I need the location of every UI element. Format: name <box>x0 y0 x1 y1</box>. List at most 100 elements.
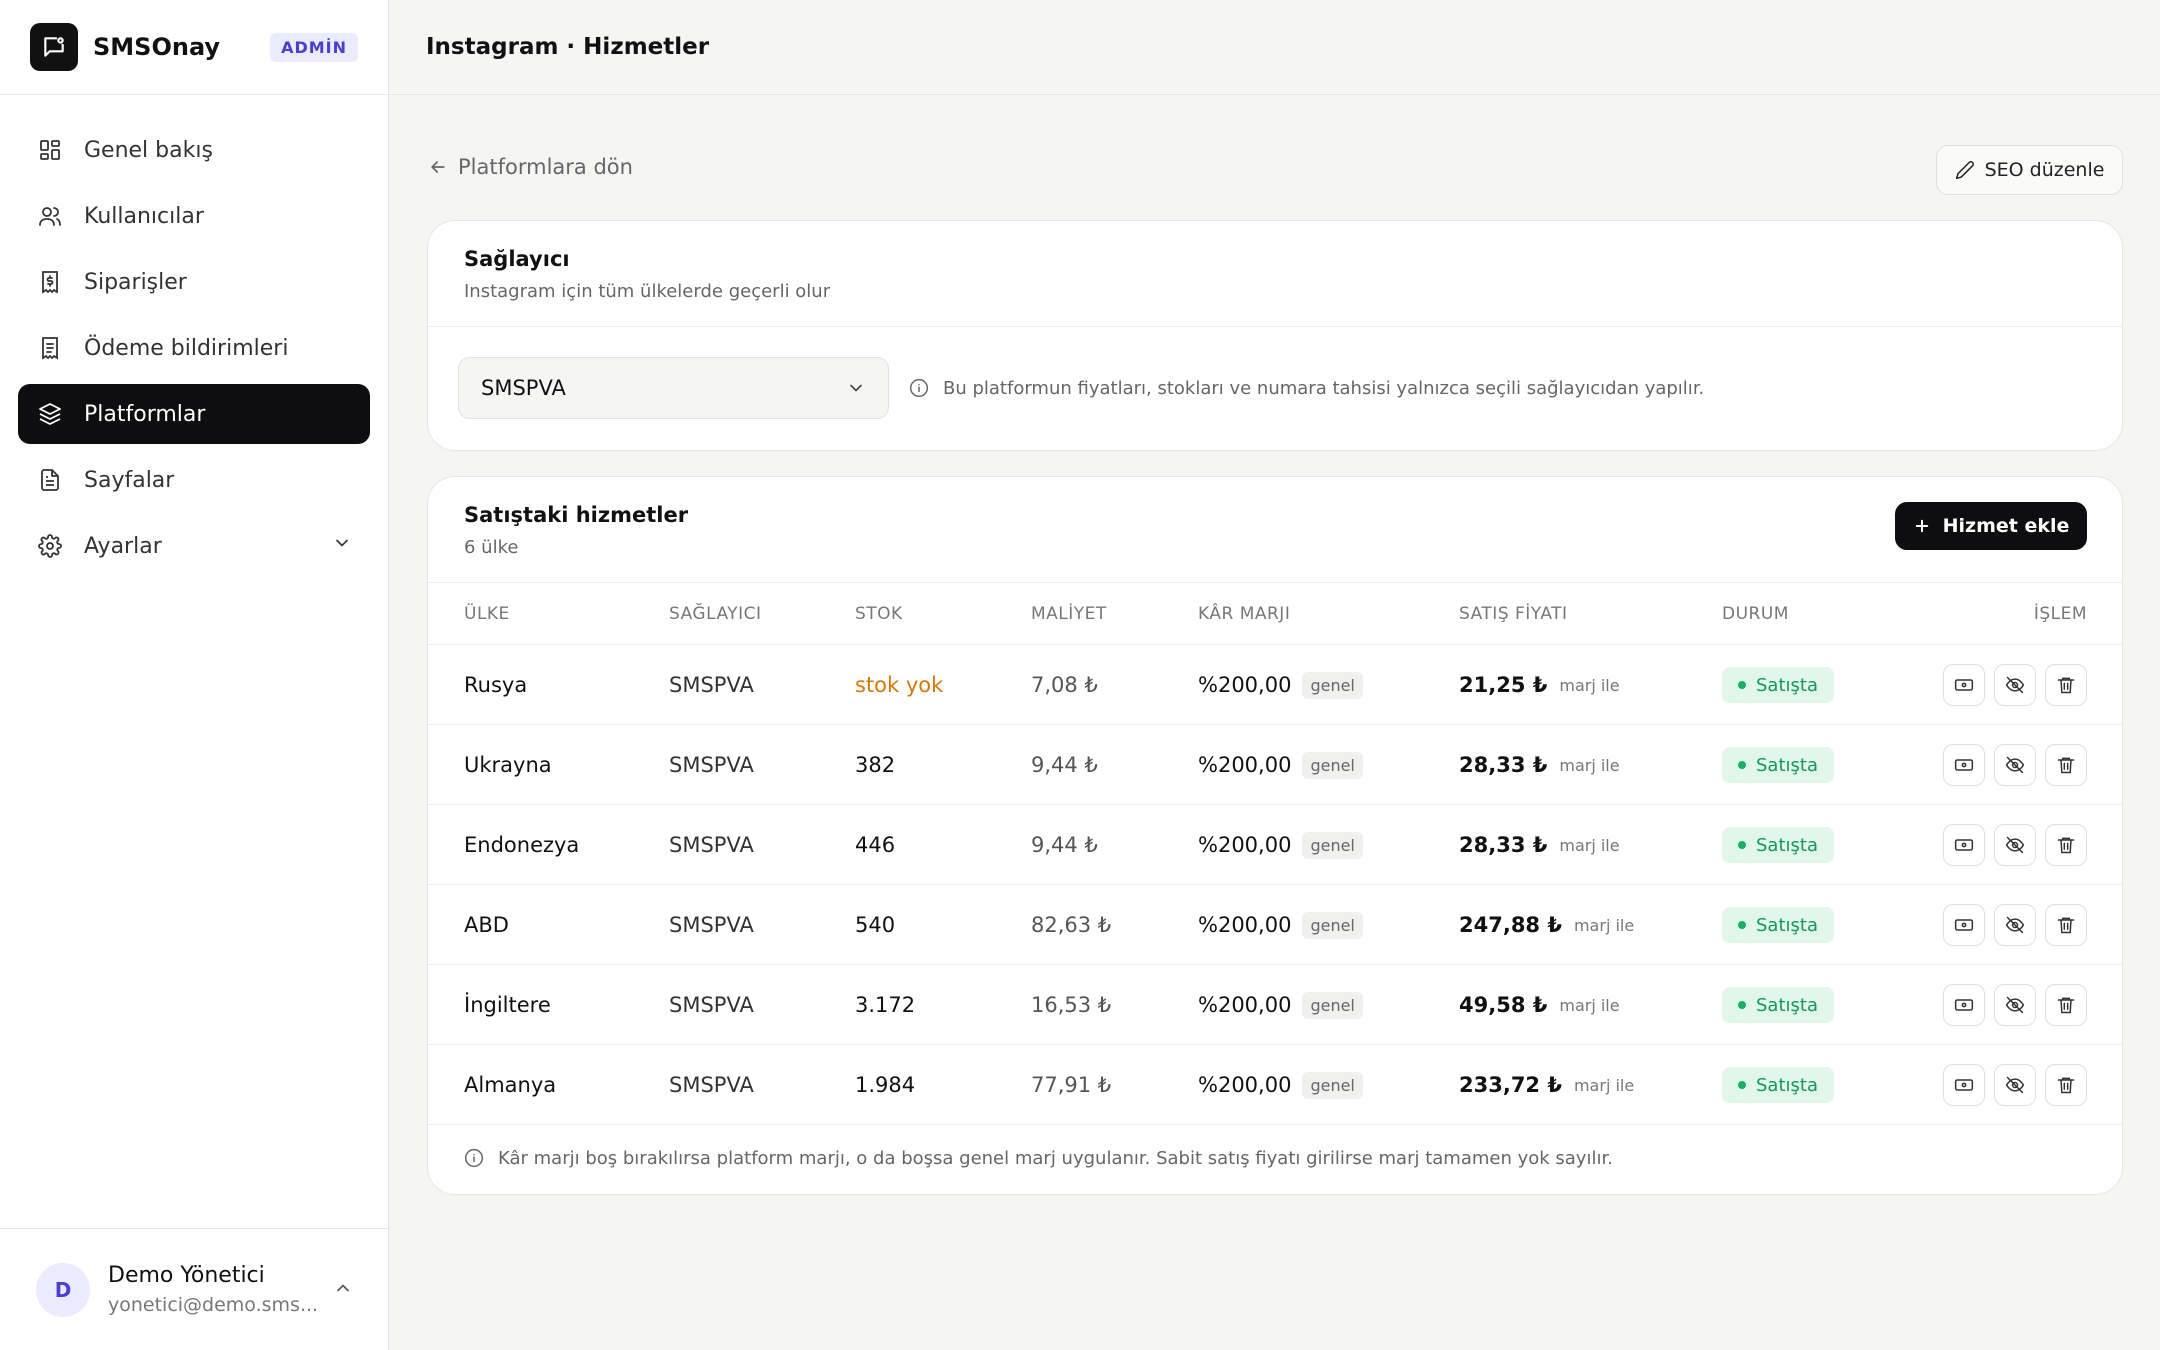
column-header-margin[interactable]: KÂR MARJI <box>1198 604 1290 624</box>
sidebar-item-odeme-bildirimleri[interactable]: Ödeme bildirimleri <box>18 318 370 378</box>
cell-provider: SMSPVA <box>669 673 754 697</box>
price-edit-button[interactable] <box>1943 744 1985 786</box>
cell-price: 21,25 ₺ marj ile <box>1459 645 1620 725</box>
back-link[interactable]: Platformlara dön <box>428 155 633 179</box>
column-header-actions: İŞLEM <box>2033 604 2087 624</box>
seo-edit-label: SEO düzenle <box>1984 159 2105 181</box>
cell-actions <box>1934 1045 2087 1125</box>
services-card-title: Satıştaki hizmetler <box>464 503 689 527</box>
plus-icon <box>1913 517 1931 535</box>
brand-name: SMSOnay <box>93 33 221 61</box>
column-header-country[interactable]: ÜLKE <box>464 604 510 624</box>
user-menu[interactable]: D Demo Yönetici yonetici@demo.sms... <box>0 1228 389 1350</box>
cell-price: 28,33 ₺ marj ile <box>1459 805 1620 885</box>
hide-button[interactable] <box>1994 664 2036 706</box>
sidebar-item-label: Sayfalar <box>84 467 175 493</box>
provider-card: Sağlayıcı Instagram için tüm ülkelerde g… <box>427 220 2123 451</box>
info-icon <box>909 378 929 398</box>
users-icon <box>36 202 64 230</box>
cell-price: 28,33 ₺ marj ile <box>1459 725 1620 805</box>
eye-off-icon <box>2005 1076 2025 1094</box>
cell-status: Satışta <box>1722 805 1834 885</box>
sidebar-item-label: Ödeme bildirimleri <box>84 335 289 361</box>
column-header-stock[interactable]: STOK <box>855 604 903 624</box>
sidebar-item-platformlar[interactable]: Platformlar <box>18 384 370 444</box>
seo-edit-button[interactable]: SEO düzenle <box>1936 145 2123 195</box>
eye-off-icon <box>2005 916 2025 934</box>
delete-button[interactable] <box>2045 1064 2087 1106</box>
price-edit-button[interactable] <box>1943 904 1985 946</box>
hide-button[interactable] <box>1994 824 2036 866</box>
cell-provider: SMSPVA <box>669 993 754 1017</box>
sidebar-item-genel-bakis[interactable]: Genel bakış <box>18 120 370 180</box>
sidebar-item-kullanicilar[interactable]: Kullanıcılar <box>18 186 370 246</box>
delete-button[interactable] <box>2045 744 2087 786</box>
status-dot <box>1738 1001 1746 1009</box>
status-dot <box>1738 841 1746 849</box>
status-badge: Satışta <box>1722 987 1834 1023</box>
chevron-down-icon <box>846 378 866 398</box>
sidebar-item-label: Genel bakış <box>84 137 213 163</box>
cell-status: Satışta <box>1722 725 1834 805</box>
status-dot <box>1738 1081 1746 1089</box>
price-value: 28,33 ₺ <box>1459 833 1548 857</box>
arrow-left-icon <box>428 157 448 177</box>
price-edit-button[interactable] <box>1943 984 1985 1026</box>
provider-select[interactable]: SMSPVA <box>458 357 889 419</box>
page-title: Instagram · Hizmetler <box>426 34 710 60</box>
chevron-down-icon <box>332 533 352 559</box>
column-header-status[interactable]: DURUM <box>1722 604 1789 624</box>
cell-cost: 77,91 ₺ <box>1031 1073 1112 1097</box>
cell-country: Rusya <box>464 673 528 697</box>
cell-margin: %200,00 genel <box>1198 965 1363 1045</box>
sidebar-item-sayfalar[interactable]: Sayfalar <box>18 450 370 510</box>
banknote-icon <box>1954 679 1974 691</box>
price-note: marj ile <box>1573 915 1635 935</box>
file-icon <box>36 466 64 494</box>
sidebar-item-siparisler[interactable]: Siparişler <box>18 252 370 312</box>
delete-button[interactable] <box>2045 984 2087 1026</box>
hide-button[interactable] <box>1994 984 2036 1026</box>
brand: SMSOnay ADMİN <box>0 0 388 95</box>
services-count: 6 ülke <box>464 537 519 558</box>
status-badge: Satışta <box>1722 827 1834 863</box>
cell-actions <box>1934 725 2087 805</box>
cell-status: Satışta <box>1722 885 1834 965</box>
add-service-button[interactable]: Hizmet ekle <box>1895 502 2087 550</box>
banknote-icon <box>1954 999 1974 1011</box>
price-edit-button[interactable] <box>1943 664 1985 706</box>
avatar: D <box>36 1262 90 1317</box>
cell-stock: 3.172 <box>855 993 916 1017</box>
cell-stock: 446 <box>855 833 896 857</box>
sidebar-item-label: Siparişler <box>84 269 187 295</box>
status-label: Satışta <box>1756 914 1818 936</box>
chevron-up-icon[interactable] <box>333 1278 353 1302</box>
cell-cost: 82,63 ₺ <box>1031 913 1112 937</box>
brand-logo-icon[interactable] <box>30 23 78 71</box>
sidebar-item-ayarlar[interactable]: Ayarlar <box>18 516 370 576</box>
hide-button[interactable] <box>1994 744 2036 786</box>
hide-button[interactable] <box>1994 1064 2036 1106</box>
cell-provider: SMSPVA <box>669 753 754 777</box>
price-edit-button[interactable] <box>1943 824 1985 866</box>
delete-button[interactable] <box>2045 824 2087 866</box>
column-header-price[interactable]: SATIŞ FİYATI <box>1459 604 1568 624</box>
trash-icon <box>2057 757 2075 774</box>
provider-card-title: Sağlayıcı <box>464 247 570 271</box>
margin-value: %200,00 <box>1198 753 1292 777</box>
provider-card-header: Sağlayıcı Instagram için tüm ülkelerde g… <box>428 221 2122 327</box>
price-edit-button[interactable] <box>1943 1064 1985 1106</box>
price-note: marj ile <box>1559 835 1620 855</box>
column-header-cost[interactable]: MALİYET <box>1031 604 1107 624</box>
delete-button[interactable] <box>2045 664 2087 706</box>
eye-off-icon <box>2005 836 2025 854</box>
hide-button[interactable] <box>1994 904 2036 946</box>
info-icon <box>464 1148 484 1168</box>
delete-button[interactable] <box>2045 904 2087 946</box>
sidebar-nav: Genel bakış Kullanıcılar Siparişler Ödem… <box>0 95 388 576</box>
column-header-provider[interactable]: SAĞLAYICI <box>669 604 762 624</box>
price-value: 233,72 ₺ <box>1459 1073 1562 1097</box>
status-badge: Satışta <box>1722 747 1834 783</box>
sidebar-item-label: Kullanıcılar <box>84 203 204 229</box>
price-value: 247,88 ₺ <box>1459 913 1562 937</box>
